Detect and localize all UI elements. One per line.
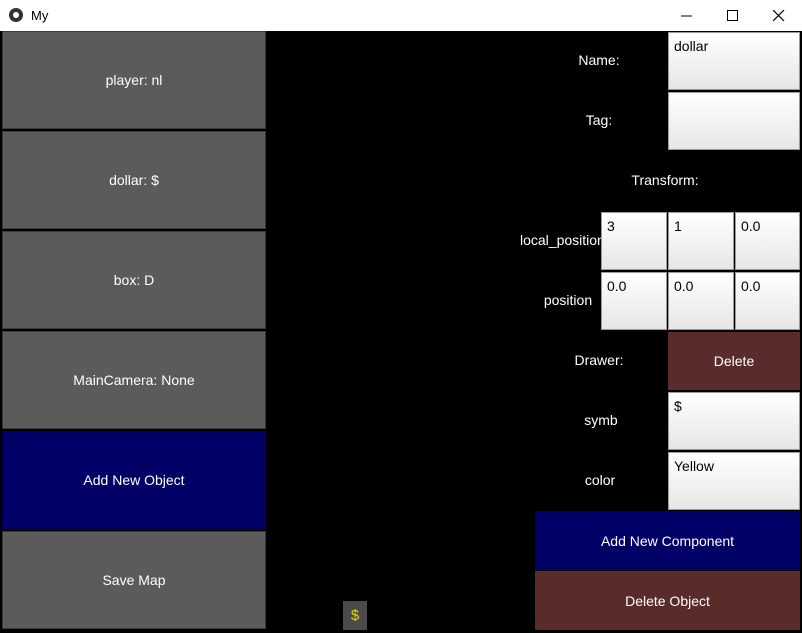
tag-label: Tag: — [585, 112, 613, 128]
position-label: position — [543, 292, 593, 308]
transform-label: Transform: — [631, 172, 699, 188]
minimize-button[interactable] — [664, 0, 710, 31]
title-bar: My — [0, 0, 802, 31]
local-position-y-field[interactable]: 1 — [668, 212, 734, 270]
minimize-icon — [681, 15, 692, 17]
object-item-maincamera[interactable]: MainCamera: None — [2, 331, 266, 429]
add-new-component-button[interactable]: Add New Component — [535, 511, 800, 570]
color-field[interactable]: Yellow — [668, 452, 800, 510]
app-icon — [9, 8, 23, 22]
scene-dollar-sprite: $ — [343, 601, 367, 630]
position-y-field[interactable]: 0.0 — [668, 272, 734, 330]
object-item-box[interactable]: box: D — [2, 231, 266, 329]
position-x-field[interactable]: 0.0 — [601, 272, 667, 330]
name-label: Name: — [578, 52, 620, 68]
save-map-button[interactable]: Save Map — [2, 531, 266, 629]
delete-object-button[interactable]: Delete Object — [535, 571, 800, 630]
color-label: color — [584, 472, 616, 488]
object-item-dollar[interactable]: dollar: $ — [2, 131, 266, 229]
add-new-object-button[interactable]: Add New Object — [2, 431, 266, 529]
window-title: My — [31, 8, 49, 23]
drawer-label: Drawer: — [574, 352, 624, 368]
local-position-x-field[interactable]: 3 — [601, 212, 667, 270]
close-button[interactable] — [756, 0, 802, 31]
local-position-z-field[interactable]: 0.0 — [735, 212, 800, 270]
tag-field[interactable] — [668, 92, 800, 150]
position-z-field[interactable]: 0.0 — [735, 272, 800, 330]
local-position-label: local_position — [520, 232, 601, 248]
symb-field[interactable]: $ — [668, 392, 800, 450]
close-icon — [773, 10, 785, 22]
delete-component-button[interactable]: Delete — [668, 332, 800, 390]
symb-label: symb — [584, 412, 618, 428]
maximize-button[interactable] — [710, 0, 756, 31]
name-field[interactable]: dollar — [668, 32, 800, 90]
object-item-player[interactable]: player: nl — [2, 31, 266, 129]
maximize-icon — [727, 10, 738, 21]
